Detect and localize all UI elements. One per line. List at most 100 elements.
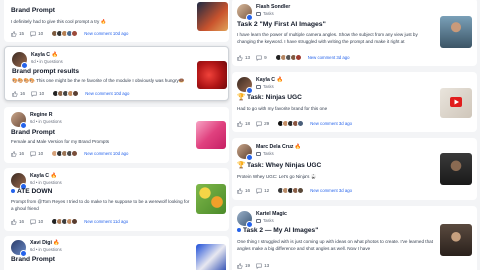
category-tag[interactable]: Tasks xyxy=(256,11,274,16)
new-comment-link[interactable]: New comment 11d ago xyxy=(84,219,128,224)
like-count: 13 xyxy=(245,55,251,60)
author-name[interactable]: Kayla C 🔥 xyxy=(256,77,283,83)
category-tag[interactable]: Tasks xyxy=(256,84,274,89)
post-card[interactable]: Marc Dela Cruz 🔥 Tasks 🏆 Task: Whey Ninj… xyxy=(232,138,477,200)
avatar xyxy=(71,30,79,37)
commenter-avatars[interactable] xyxy=(51,30,79,37)
comment-icon xyxy=(31,91,37,97)
comment-count: 13 xyxy=(264,263,270,268)
post-thumbnail[interactable] xyxy=(197,2,228,31)
post-card[interactable]: Xavi Digi 🔥 6d • in Questions Brand Prom… xyxy=(4,236,229,270)
comment-count-button[interactable]: 10 xyxy=(30,219,43,225)
post-card[interactable]: Regine R 6d • in Questions Brand Prompt … xyxy=(4,107,229,163)
post-card[interactable]: Kayla C 🔥 6d • in Questions ATE DOWN Pro… xyxy=(4,168,229,231)
post-title[interactable]: Task 2 "My First AI Images" xyxy=(237,21,326,28)
post-title[interactable]: 🏆 Task: Ninjas UGC xyxy=(237,93,302,101)
comment-count: 10 xyxy=(38,219,44,224)
thumbs-up-icon xyxy=(12,90,18,97)
post-thumbnail[interactable] xyxy=(196,184,226,214)
post-title[interactable]: Brand Prompt xyxy=(11,7,55,14)
commenter-avatars[interactable] xyxy=(274,54,302,61)
thumbs-up-icon xyxy=(237,54,243,61)
commenter-avatars[interactable] xyxy=(277,187,305,194)
avatar xyxy=(71,218,79,225)
like-button[interactable]: 15 xyxy=(11,30,25,37)
author-name[interactable]: Flash Sondler xyxy=(256,4,290,10)
commenter-avatars[interactable] xyxy=(51,150,79,157)
post-thumbnail[interactable] xyxy=(440,153,472,185)
post-thumbnail[interactable] xyxy=(440,88,472,118)
new-comment-link[interactable]: New comment 10d ago xyxy=(84,31,128,36)
post-card[interactable]: Brand Prompt I definitely had to give th… xyxy=(4,0,229,42)
post-body: Female and Male Version for my Brand Pro… xyxy=(11,139,110,144)
avatar xyxy=(72,90,80,97)
like-count: 16 xyxy=(20,91,26,96)
category-label: Tasks xyxy=(263,218,274,223)
post-thumbnail[interactable] xyxy=(440,224,472,256)
post-body: One thing I struggled with is just comin… xyxy=(237,239,433,252)
new-comment-link[interactable]: New comment 3d ago xyxy=(308,55,350,60)
post-stats: 16 10 New comment 11d ago xyxy=(11,217,128,226)
post-title-text: Task 2 — My AI Images" xyxy=(243,227,319,234)
post-title[interactable]: ATE DOWN xyxy=(11,188,52,195)
post-title[interactable]: 🏆 Task: Whey Ninjas UGC xyxy=(237,161,321,169)
video-play-icon[interactable] xyxy=(440,88,472,118)
author-name[interactable]: Xavi Digi 🔥 xyxy=(30,240,60,246)
tasks-icon xyxy=(256,151,261,156)
author-name[interactable]: Regine R xyxy=(30,112,52,118)
author-name[interactable]: Marc Dela Cruz 🔥 xyxy=(256,144,301,150)
thumbs-up-icon xyxy=(237,120,243,127)
comment-count-button[interactable]: 10 xyxy=(30,151,43,157)
comment-count-button[interactable]: 29 xyxy=(256,121,269,127)
commenter-avatars[interactable] xyxy=(52,90,80,97)
post-meta: 6d • in Questions xyxy=(31,59,63,64)
new-comment-link[interactable]: New comment 10d ago xyxy=(85,91,129,96)
post-meta: 6d • in Questions xyxy=(30,119,62,124)
post-meta: 6d • in Questions xyxy=(30,180,62,185)
like-button[interactable]: 16 xyxy=(237,187,250,194)
post-card[interactable]: Kartel Magic Tasks Task 2 — My AI Images… xyxy=(232,206,477,270)
post-thumbnail[interactable] xyxy=(196,244,226,270)
post-stats: 19 13 xyxy=(237,261,272,270)
new-comment-link[interactable]: New comment 3d ago xyxy=(310,121,352,126)
new-comment-link[interactable]: New comment 10d ago xyxy=(84,151,128,156)
post-header: Regine R 6d • in Questions xyxy=(11,112,161,130)
post-card[interactable]: Flash Sondler Tasks Task 2 "My First AI … xyxy=(232,0,477,66)
post-card[interactable]: Kayla C 🔥 6d • in Questions Brand prompt… xyxy=(4,46,229,101)
comment-count-button[interactable]: 9 xyxy=(256,55,267,61)
category-tag[interactable]: Tasks xyxy=(256,218,274,223)
like-button[interactable]: 16 xyxy=(11,150,24,157)
like-button[interactable]: 19 xyxy=(237,262,250,269)
post-title[interactable]: Brand Prompt xyxy=(11,256,55,263)
like-count: 15 xyxy=(19,31,25,36)
post-title[interactable]: Brand Prompt xyxy=(11,129,55,136)
post-meta: 6d • in Questions xyxy=(30,247,62,252)
commenter-avatars[interactable] xyxy=(51,218,79,225)
comment-count-button[interactable]: 13 xyxy=(256,263,269,269)
post-card[interactable]: Kayla C 🔥 Tasks 🏆 Task: Ninjas UGC Had t… xyxy=(232,72,477,132)
like-button[interactable]: 16 xyxy=(12,90,26,97)
like-button[interactable]: 18 xyxy=(237,120,250,127)
post-title[interactable]: Brand prompt results xyxy=(12,68,79,75)
author-name[interactable]: Kartel Magic xyxy=(256,211,287,217)
comment-count-button[interactable]: 10 xyxy=(30,31,43,37)
post-stats: 13 9 New comment 3d ago xyxy=(237,53,349,62)
comment-icon xyxy=(30,219,36,225)
like-button[interactable]: 13 xyxy=(237,54,251,61)
category-tag[interactable]: Tasks xyxy=(256,151,274,156)
post-body: Had to go with my favorite brand for thi… xyxy=(237,106,328,111)
new-comment-link[interactable]: New comment 3d ago xyxy=(310,188,352,193)
comment-count-button[interactable]: 12 xyxy=(256,188,269,194)
post-thumbnail[interactable] xyxy=(196,121,226,149)
tasks-icon xyxy=(256,84,261,89)
post-title[interactable]: Task 2 — My AI Images" xyxy=(237,227,318,234)
author-name[interactable]: Kayla C 🔥 xyxy=(30,173,57,179)
like-button[interactable]: 16 xyxy=(11,218,24,225)
commenter-avatars[interactable] xyxy=(277,120,305,127)
post-thumbnail[interactable] xyxy=(197,61,227,89)
level-badge xyxy=(20,122,27,129)
unread-dot xyxy=(11,189,15,194)
author-name[interactable]: Kayla C 🔥 xyxy=(31,52,58,58)
comment-count-button[interactable]: 10 xyxy=(31,91,44,97)
post-thumbnail[interactable] xyxy=(440,16,472,48)
